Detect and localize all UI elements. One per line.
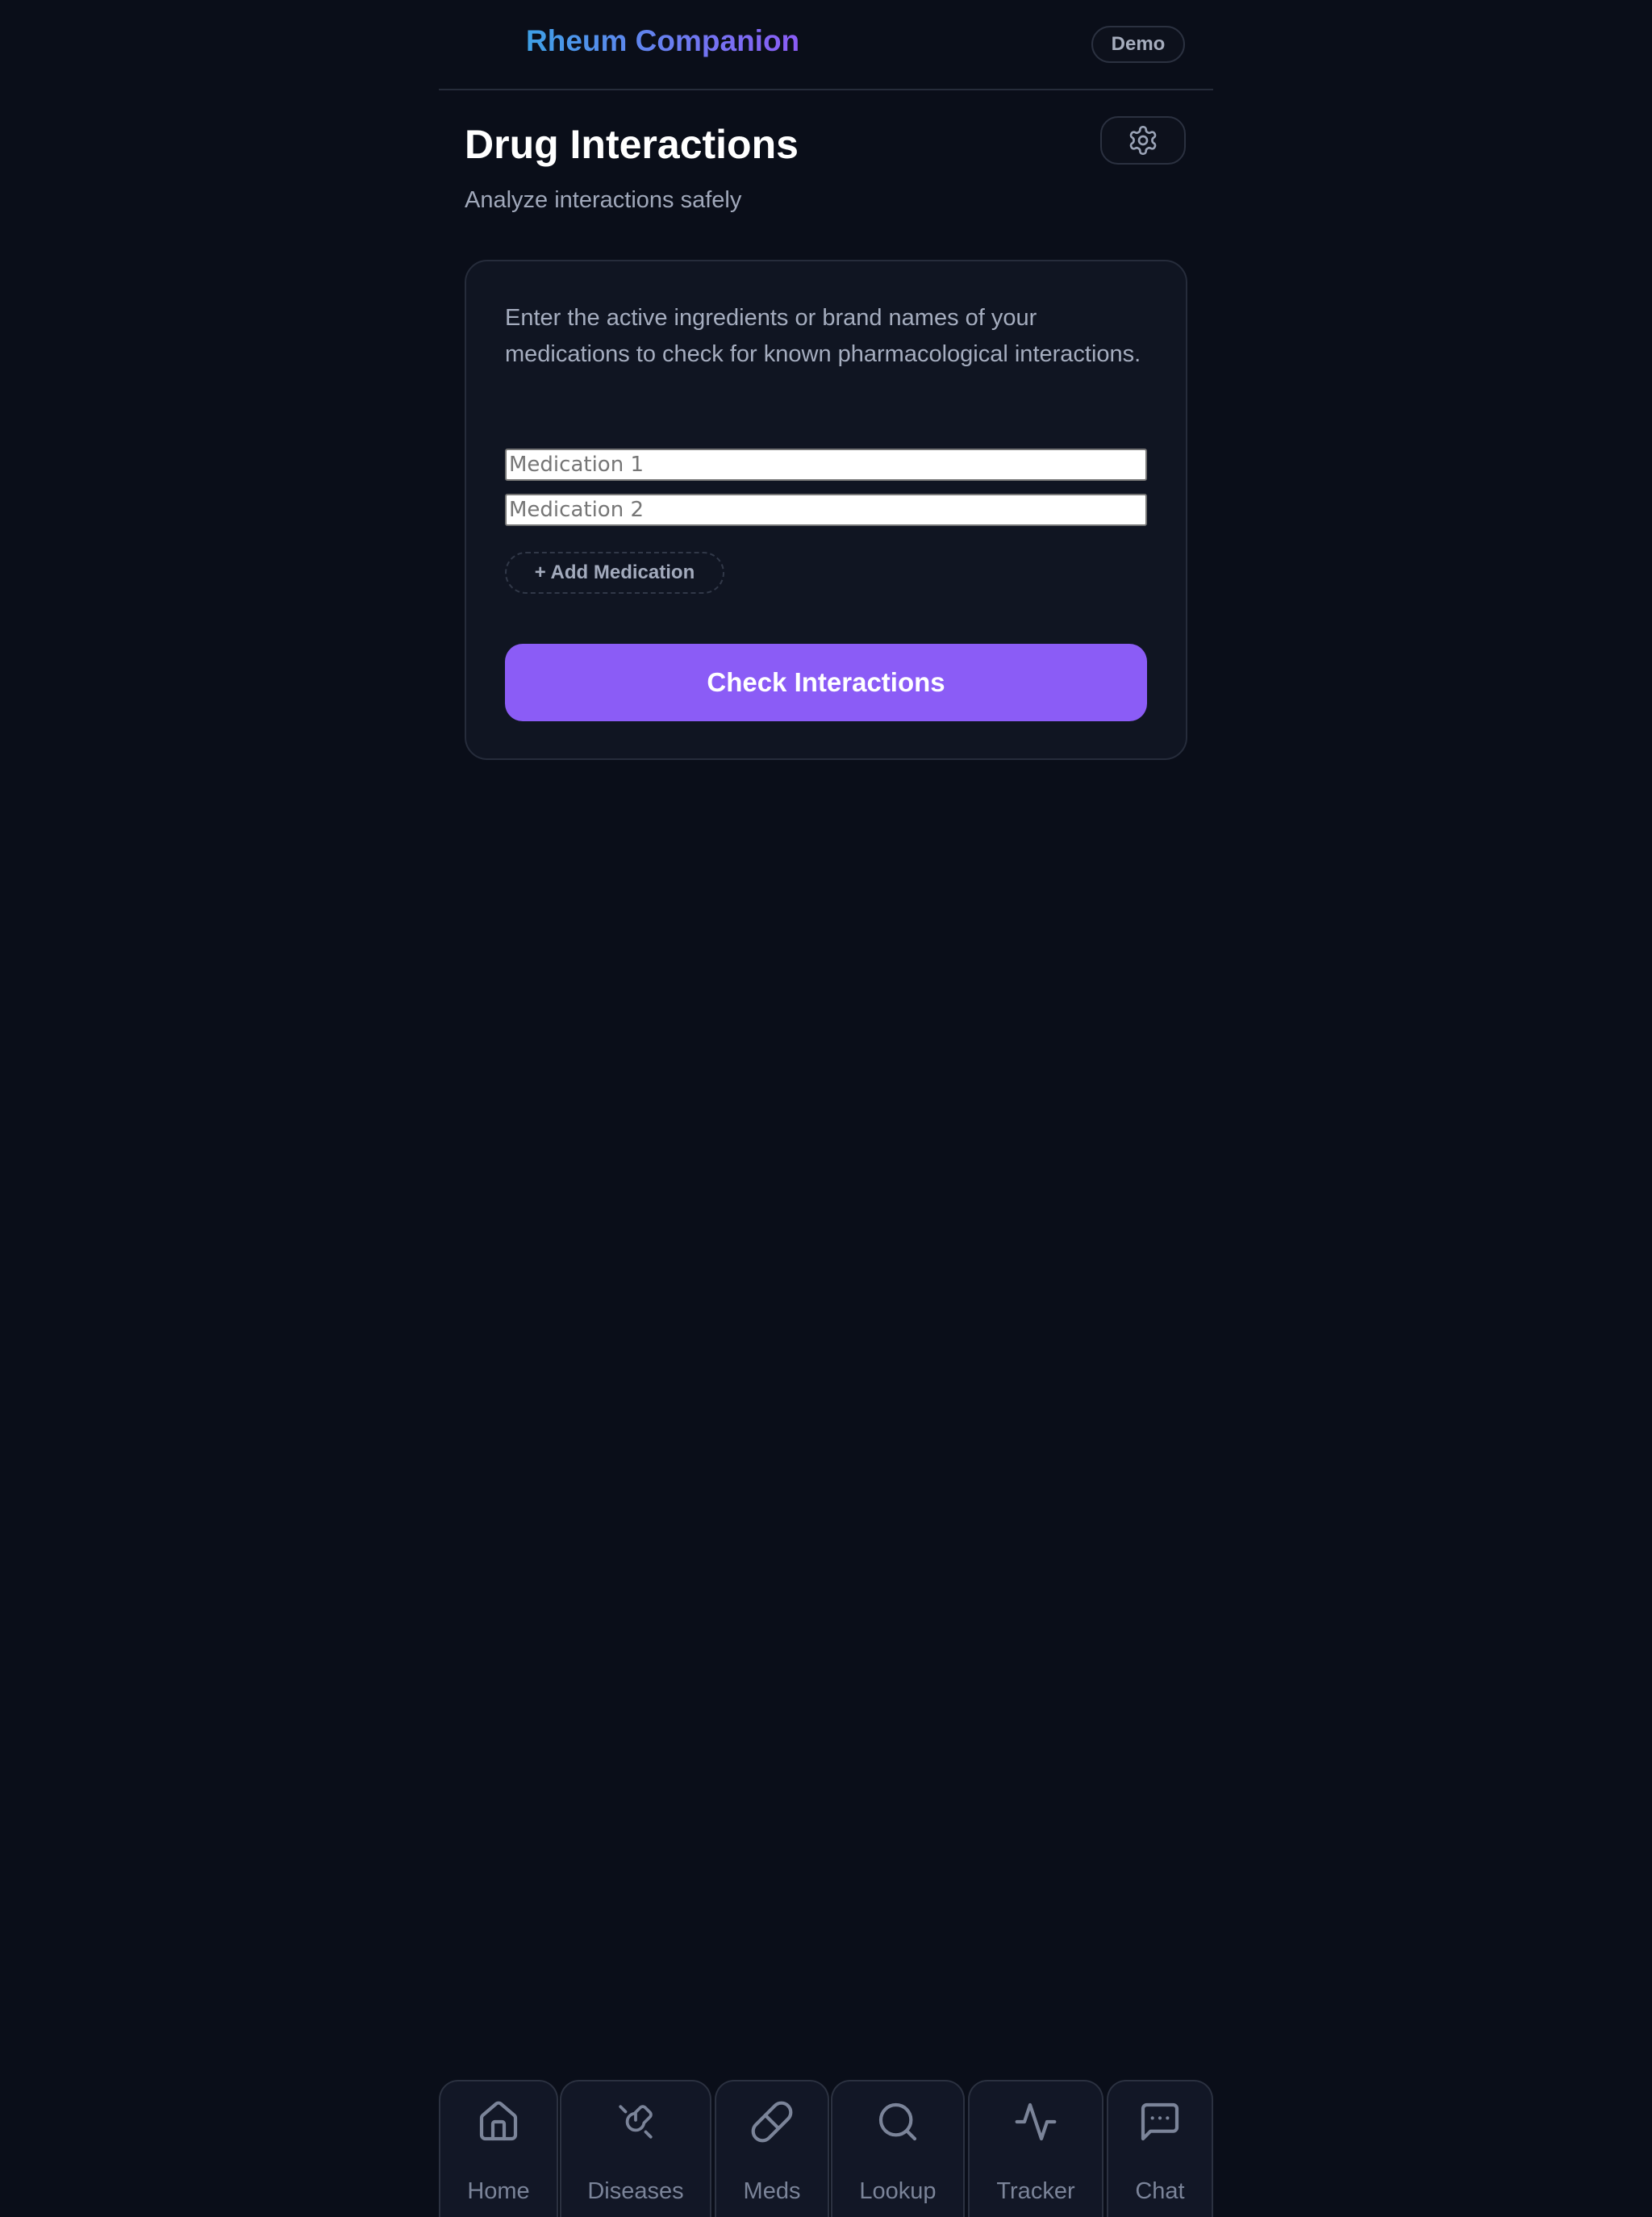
nav-label: Lookup <box>859 2178 937 2204</box>
interaction-card: Enter the active ingredients or brand na… <box>465 260 1187 760</box>
message-icon <box>1136 2098 1184 2146</box>
search-icon <box>874 2098 922 2146</box>
bottom-nav: Home Diseases Meds Lookup Tracker Chat <box>439 2080 1213 2217</box>
nav-label: Home <box>467 2178 530 2204</box>
pill-icon <box>748 2098 796 2146</box>
nav-item-lookup[interactable]: Lookup <box>831 2080 965 2217</box>
nav-label: Meds <box>743 2178 801 2204</box>
check-interactions-button[interactable]: Check Interactions <box>505 644 1147 721</box>
activity-icon <box>1012 2098 1060 2146</box>
medication-2-input[interactable] <box>505 494 1147 526</box>
app-brand[interactable]: Rheum Companion <box>526 24 799 58</box>
gear-icon <box>1127 124 1159 157</box>
app-root: Rheum Companion Demo Drug Interactions A… <box>439 0 1213 2217</box>
nav-label: Chat <box>1135 2178 1185 2204</box>
home-icon <box>474 2098 523 2146</box>
card-description: Enter the active ingredients or brand na… <box>505 305 1141 367</box>
nav-item-meds[interactable]: Meds <box>715 2080 829 2217</box>
page-subtitle: Analyze interactions safely <box>465 187 742 213</box>
nav-item-diseases[interactable]: Diseases <box>560 2080 711 2217</box>
nav-label: Tracker <box>996 2178 1075 2204</box>
add-medication-button[interactable]: + Add Medication <box>505 552 724 594</box>
nav-item-home[interactable]: Home <box>439 2080 558 2217</box>
demo-badge[interactable]: Demo <box>1091 26 1185 63</box>
bandage-icon <box>611 2098 660 2146</box>
page-title: Drug Interactions <box>465 122 799 167</box>
nav-item-chat[interactable]: Chat <box>1107 2080 1213 2217</box>
medication-1-input[interactable] <box>505 449 1147 481</box>
settings-button[interactable] <box>1100 116 1186 165</box>
nav-item-tracker[interactable]: Tracker <box>968 2080 1103 2217</box>
top-bar: Rheum Companion Demo <box>439 0 1213 90</box>
nav-label: Diseases <box>587 2178 684 2204</box>
